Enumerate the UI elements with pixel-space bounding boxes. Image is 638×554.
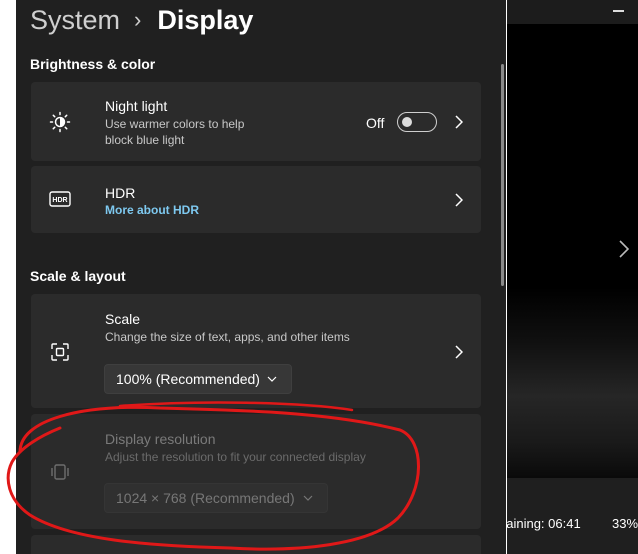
chevron-right-icon[interactable] bbox=[453, 345, 465, 359]
chevron-right-icon[interactable] bbox=[453, 193, 465, 207]
breadcrumb-system[interactable]: System bbox=[30, 5, 120, 36]
night-light-title: Night light bbox=[105, 98, 168, 114]
video-title-bar bbox=[507, 0, 638, 24]
breadcrumb: System › Display bbox=[30, 2, 253, 38]
left-background-strip bbox=[0, 0, 16, 554]
night-light-toggle[interactable] bbox=[397, 112, 437, 132]
resolution-icon bbox=[48, 460, 72, 484]
svg-text:HDR: HDR bbox=[52, 197, 67, 204]
scale-title: Scale bbox=[105, 311, 141, 327]
page-title: Display bbox=[157, 4, 254, 35]
chevron-right-icon[interactable] bbox=[453, 115, 465, 129]
hdr-icon: HDR bbox=[48, 187, 72, 211]
hdr-card[interactable]: HDR HDR More about HDR bbox=[31, 166, 481, 233]
time-remaining-text: naining: 06:41 bbox=[507, 516, 581, 531]
display-resolution-dropdown[interactable]: 1024 × 768 (Recommended) bbox=[104, 483, 328, 513]
scrollbar-thumb[interactable] bbox=[501, 64, 504, 286]
display-resolution-dropdown-value: 1024 × 768 (Recommended) bbox=[116, 490, 295, 506]
next-chevron-icon[interactable] bbox=[618, 240, 630, 258]
night-light-card[interactable]: Night light Use warmer colors to help bl… bbox=[31, 82, 481, 161]
minimize-icon[interactable] bbox=[613, 10, 624, 12]
scale-dropdown[interactable]: 100% (Recommended) bbox=[104, 364, 292, 394]
section-title-brightness-color: Brightness & color bbox=[30, 56, 156, 72]
video-player-window: naining: 06:41 33% bbox=[507, 0, 638, 554]
section-title-scale-layout: Scale & layout bbox=[30, 268, 126, 284]
battery-percent-text: 33% bbox=[612, 516, 638, 531]
night-light-description-line1: Use warmer colors to help bbox=[105, 117, 245, 131]
chevron-down-icon bbox=[267, 376, 277, 382]
scale-icon bbox=[48, 340, 72, 364]
scale-description: Change the size of text, apps, and other… bbox=[105, 330, 350, 344]
display-resolution-description: Adjust the resolution to fit your connec… bbox=[105, 450, 366, 464]
brightness-sun-icon bbox=[48, 110, 72, 134]
display-resolution-card: Display resolution Adjust the resolution… bbox=[31, 414, 481, 529]
display-resolution-title: Display resolution bbox=[105, 431, 216, 447]
breadcrumb-separator: › bbox=[134, 7, 142, 32]
night-light-description-line2: block blue light bbox=[105, 133, 185, 147]
scale-card: Scale Change the size of text, apps, and… bbox=[31, 294, 481, 408]
next-setting-card bbox=[31, 535, 481, 554]
toggle-knob bbox=[402, 117, 412, 127]
hdr-title: HDR bbox=[105, 185, 136, 201]
scale-dropdown-value: 100% (Recommended) bbox=[116, 371, 260, 387]
chevron-down-icon bbox=[303, 495, 313, 501]
more-about-hdr-link[interactable]: More about HDR bbox=[105, 203, 199, 217]
settings-window: System › Display Brightness & color Nigh… bbox=[16, 0, 506, 554]
night-light-toggle-state: Off bbox=[366, 115, 385, 131]
